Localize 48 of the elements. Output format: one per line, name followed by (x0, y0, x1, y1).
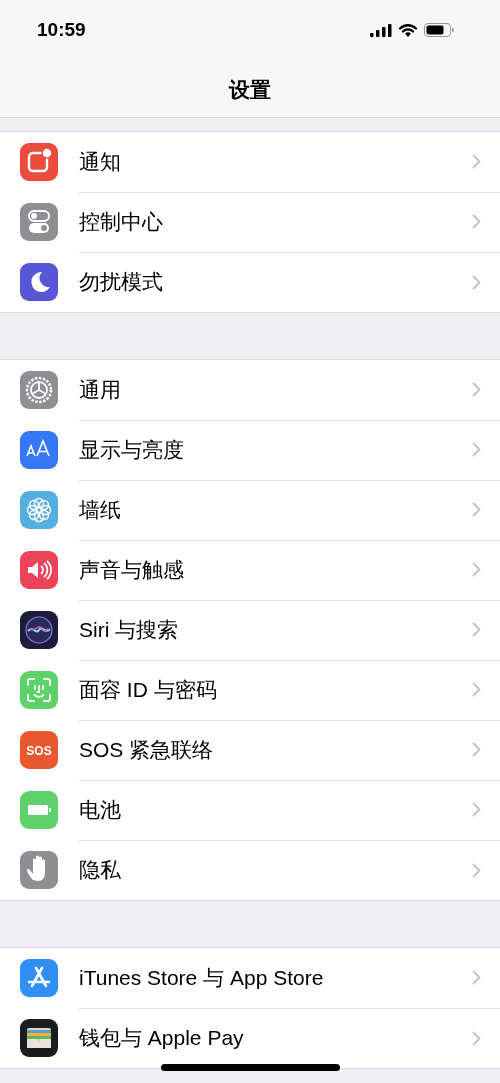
wifi-icon (398, 23, 418, 37)
settings-row[interactable]: 通知 (0, 132, 500, 192)
settings-row[interactable]: 勿扰模式 (0, 252, 500, 312)
row-label: 隐私 (79, 857, 121, 883)
chevron-icon (472, 154, 481, 169)
settings-row[interactable]: SOS SOS 紧急联络 (0, 720, 500, 780)
settings-row[interactable]: 墙纸 (0, 480, 500, 540)
sos-icon: SOS (20, 731, 58, 769)
row-label: 勿扰模式 (79, 269, 163, 295)
signal-icon (370, 23, 392, 37)
row-label: iTunes Store 与 App Store (79, 964, 324, 991)
page-title: 设置 (229, 77, 271, 103)
settings-row[interactable]: 显示与亮度 (0, 420, 500, 480)
chevron-icon (472, 742, 481, 757)
chevron-icon (472, 442, 481, 457)
row-label: 控制中心 (79, 208, 163, 235)
chevron-icon (472, 862, 481, 878)
chevron-icon (472, 622, 481, 637)
chevron-icon (472, 970, 481, 985)
settings-row[interactable]: 控制中心 (0, 192, 500, 252)
row-label: 面容 ID 与密码 (79, 676, 217, 703)
row-label: 通知 (79, 148, 121, 175)
chevron-icon (472, 1030, 481, 1046)
row-label: 声音与触感 (79, 556, 184, 583)
settings-row[interactable]: 电池 (0, 780, 500, 840)
status-time: 10:59 (37, 19, 86, 41)
row-label: SOS 紧急联络 (79, 736, 214, 763)
chevron-icon (472, 682, 481, 697)
settings-row[interactable]: 隐私 (0, 840, 500, 900)
chevron-icon (472, 802, 481, 817)
settings-row[interactable]: 声音与触感 (0, 540, 500, 600)
row-label: Siri 与搜索 (79, 616, 179, 643)
row-label: 电池 (79, 796, 121, 823)
chevron-icon (472, 274, 481, 290)
row-label: 显示与亮度 (79, 436, 184, 463)
settings-row[interactable]: 钱包与 Apple Pay (0, 1008, 500, 1068)
chevron-icon (472, 382, 481, 397)
settings-row[interactable]: Siri 与搜索 (0, 600, 500, 660)
row-label: 通用 (79, 376, 121, 403)
row-label: 墙纸 (79, 496, 121, 523)
settings-row[interactable]: 面容 ID 与密码 (0, 660, 500, 720)
row-label: 钱包与 Apple Pay (79, 1025, 244, 1051)
chevron-icon (472, 502, 481, 517)
chevron-icon (472, 214, 481, 229)
settings-row[interactable]: 通用 (0, 360, 500, 420)
battery-icon (424, 23, 454, 37)
chevron-icon (472, 562, 481, 577)
settings-row[interactable]: iTunes Store 与 App Store (0, 948, 500, 1008)
